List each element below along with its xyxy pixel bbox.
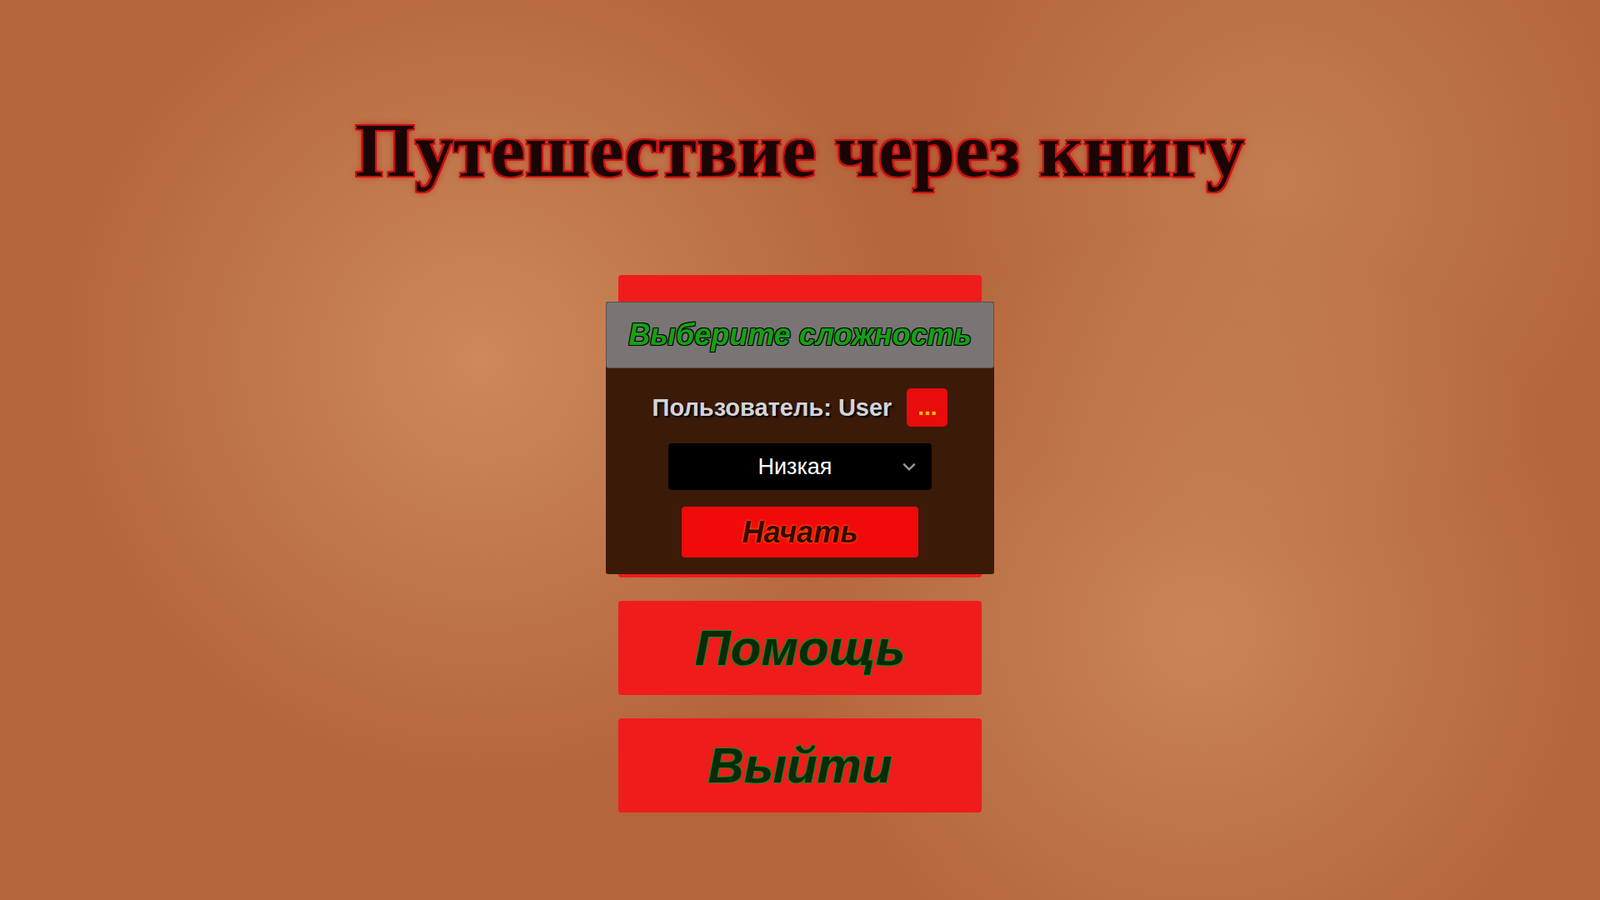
- play-button-slot: Выберите сложностьПользователь: User...Н…: [618, 275, 982, 578]
- dialog-title: Выберите сложность: [605, 301, 995, 369]
- game-title: Путешествие через книгу: [355, 101, 1245, 199]
- user-row: Пользователь: User...: [652, 388, 949, 427]
- change-user-button[interactable]: ...: [906, 388, 948, 427]
- dialog-body: Пользователь: User... Низкая Начать: [605, 368, 995, 575]
- menu-button[interactable]: Помощь: [618, 600, 982, 695]
- difficulty-dialog: Выберите сложность Пользователь: User... Н…: [605, 301, 995, 575]
- menu: Выберите сложностьПользователь: User...Н…: [618, 275, 982, 813]
- start-button[interactable]: Начать: [681, 506, 919, 558]
- difficulty-select[interactable]: Низкая: [668, 443, 932, 490]
- chevron-down-icon: [901, 461, 917, 472]
- menu-button[interactable]: Выйти: [618, 718, 982, 813]
- user-label: Пользователь: User: [652, 394, 893, 422]
- difficulty-value: Низкая: [688, 454, 902, 480]
- main-menu-screen: Путешествие через книгу Выберите сложност…: [0, 0, 1600, 900]
